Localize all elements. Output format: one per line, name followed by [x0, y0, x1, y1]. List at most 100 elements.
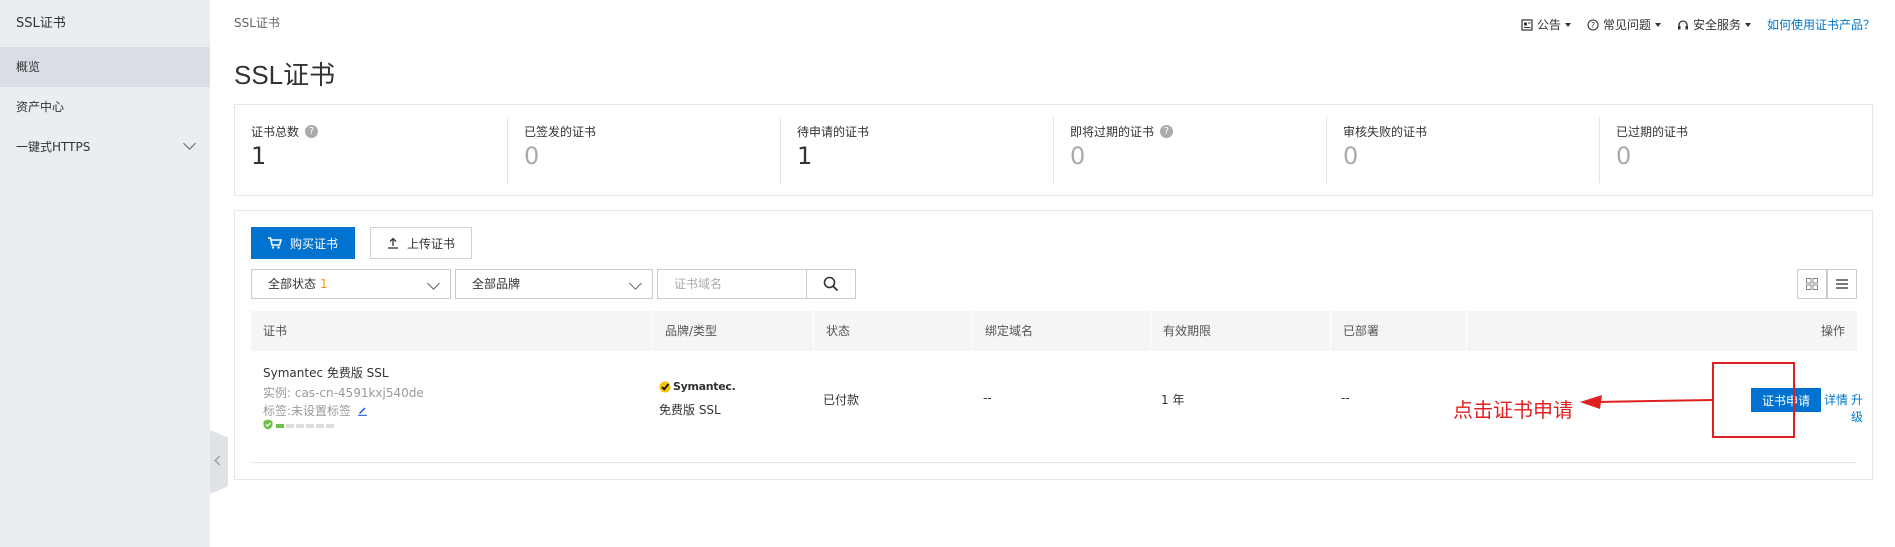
stat-failed: 审核失败的证书 0 — [1327, 117, 1600, 183]
stat-value: 0 — [1616, 142, 1632, 170]
caret-down-icon — [1564, 22, 1571, 27]
level-segment — [306, 424, 314, 428]
faq-menu[interactable]: ? 常见问题 — [1587, 16, 1661, 33]
sidebar-item-label: 一键式HTTPS — [16, 140, 91, 154]
howto-link[interactable]: 如何使用证书产品？ — [1767, 16, 1875, 33]
sidebar-collapse-handle[interactable] — [210, 430, 228, 494]
stat-label: 已过期的证书 — [1616, 125, 1689, 139]
help-icon[interactable]: ? — [1160, 125, 1174, 138]
announcement-label: 公告 — [1536, 18, 1561, 32]
stat-value: 0 — [524, 142, 540, 170]
table-header: 证书 品牌/类型 状态 绑定域名 有效期限 已部署 操作 — [251, 311, 1857, 351]
upgrade-link[interactable]: 升级 — [1851, 391, 1863, 425]
level-segment — [296, 424, 304, 428]
announcement-menu[interactable]: 公告 — [1521, 16, 1571, 33]
annotation-arrow — [1580, 395, 1714, 409]
column-header: 操作 — [1820, 324, 1845, 338]
detail-link[interactable]: 详情 — [1824, 391, 1848, 408]
security-menu[interactable]: 安全服务 — [1677, 16, 1751, 33]
stat-label: 证书总数 — [251, 125, 300, 139]
breadcrumb[interactable]: SSL证书 — [234, 14, 280, 31]
brand-filter-label: 全部品牌 — [472, 277, 521, 291]
stat-total: 证书总数? 1 — [235, 117, 508, 183]
stat-expired: 已过期的证书 0 — [1600, 117, 1872, 183]
stat-issued: 已签发的证书 0 — [508, 117, 781, 183]
sidebar-item-assets[interactable]: 资产中心 — [0, 87, 210, 127]
brand-filter-select[interactable]: 全部品牌 — [455, 269, 653, 299]
buy-certificate-button[interactable]: 购买证书 — [251, 227, 355, 259]
column-header: 状态 — [814, 311, 973, 351]
top-links: 公告 ? 常见问题 安全服务 如何使用证书产品？ — [1521, 16, 1875, 33]
stat-label: 审核失败的证书 — [1343, 125, 1428, 139]
caret-down-icon — [1654, 22, 1661, 27]
announcement-icon — [1521, 18, 1533, 31]
certificate-name: Symantec 免费版 SSL — [263, 366, 389, 380]
level-segment — [286, 424, 294, 428]
certificate-instance: 实例: cas-cn-4591kxj540de — [263, 386, 424, 400]
column-header: 品牌/类型 — [653, 311, 814, 351]
chevron-down-icon — [629, 277, 642, 290]
certificate-status: 已付款 — [823, 393, 860, 407]
column-header: 有效期限 — [1151, 311, 1331, 351]
stat-expiring: 即将过期的证书? 0 — [1054, 117, 1327, 183]
buy-label: 购买证书 — [289, 236, 338, 251]
chevron-down-icon — [183, 137, 196, 150]
status-filter-select[interactable]: 全部状态 1 — [251, 269, 451, 299]
sidebar-item-overview[interactable]: 概览 — [0, 47, 210, 87]
deployed-count: -- — [1341, 391, 1350, 405]
stat-value: 1 — [251, 142, 267, 170]
certificate-list-card: 购买证书 上传证书 全部状态 1 全部品牌 证书域名 证书 品牌/类型 状态 绑定… — [234, 210, 1873, 480]
security-label: 安全服务 — [1692, 18, 1741, 32]
chevron-down-icon — [427, 277, 440, 290]
column-header: 绑定域名 — [973, 311, 1151, 351]
stat-value: 0 — [1343, 142, 1359, 170]
search-icon — [823, 276, 839, 292]
upload-label: 上传证书 — [406, 236, 455, 251]
cart-icon — [267, 237, 282, 249]
grid-icon — [1806, 278, 1818, 290]
brand-logo-text: Symantec. — [673, 380, 736, 393]
list-view-button[interactable] — [1827, 269, 1857, 299]
brand-logo: Symantec. — [659, 380, 736, 393]
tag-text: 标签:未设置标签 — [263, 404, 352, 418]
shield-check-icon — [263, 419, 273, 430]
status-filter-count: 1 — [320, 277, 328, 291]
list-icon — [1836, 279, 1848, 289]
search-button[interactable] — [806, 269, 856, 299]
chevron-left-icon — [214, 455, 225, 466]
security-level-bar — [276, 424, 334, 428]
column-header: 证书 — [251, 311, 653, 351]
svg-text:?: ? — [1591, 21, 1595, 30]
certificate-type: 免费版 SSL — [659, 403, 721, 417]
headset-icon — [1677, 19, 1688, 29]
sidebar-item-https[interactable]: 一键式HTTPS — [0, 127, 210, 167]
upload-certificate-button[interactable]: 上传证书 — [370, 227, 472, 259]
edit-icon[interactable] — [357, 405, 368, 416]
stat-value: 0 — [1070, 142, 1086, 170]
domain-search-input[interactable]: 证书域名 — [657, 269, 807, 299]
level-segment — [316, 424, 324, 428]
page-title: SSL证书 — [234, 60, 336, 90]
grid-view-button[interactable] — [1797, 269, 1827, 299]
stat-label: 待申请的证书 — [797, 125, 870, 139]
certificate-tag: 标签:未设置标签 — [263, 402, 368, 419]
security-level — [263, 419, 334, 430]
level-segment — [276, 424, 284, 428]
highlight-box — [1712, 362, 1795, 438]
upload-icon — [387, 237, 398, 249]
stat-value: 1 — [797, 142, 813, 170]
level-segment — [326, 424, 334, 428]
help-icon[interactable]: ? — [305, 125, 319, 138]
stat-pending: 待申请的证书 1 — [781, 117, 1054, 183]
sidebar: SSL证书 概览 资产中心 一键式HTTPS — [0, 0, 210, 547]
annotation-text: 点击证书申请 — [1453, 398, 1573, 422]
validity-period: 1 年 — [1161, 393, 1185, 407]
column-header: 已部署 — [1331, 311, 1467, 351]
bound-domain: -- — [983, 391, 992, 405]
caret-down-icon — [1744, 22, 1751, 27]
stat-label: 已签发的证书 — [524, 125, 597, 139]
symantec-check-icon — [659, 381, 671, 392]
sidebar-title: SSL证书 — [16, 16, 66, 31]
question-icon: ? — [1587, 18, 1599, 31]
stats-panel: 证书总数? 1 已签发的证书 0 待申请的证书 1 即将过期的证书? 0 审核失… — [234, 104, 1873, 196]
